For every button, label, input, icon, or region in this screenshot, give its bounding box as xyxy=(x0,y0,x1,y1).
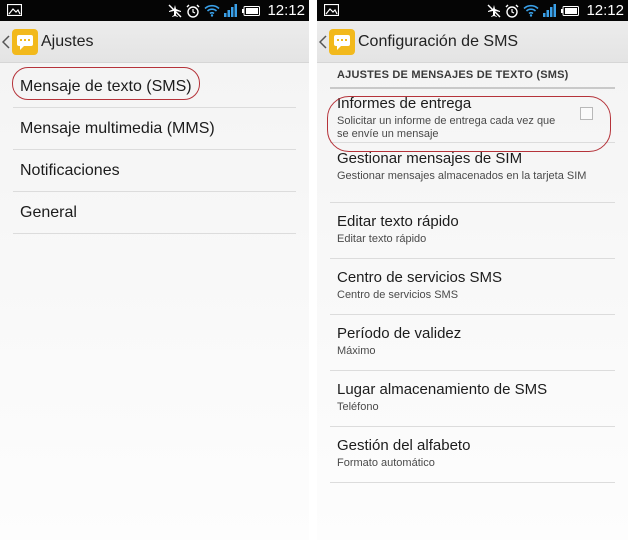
pref-validity-period[interactable]: Período de validez Máximo xyxy=(330,315,615,371)
wifi-icon xyxy=(523,4,540,17)
pref-summary: Editar texto rápido xyxy=(337,233,427,245)
sms-settings-screen: 12:12 Configuración de SMS AJUSTES DE ME… xyxy=(317,0,628,540)
pref-delivery-reports[interactable]: Informes de entrega Solicitar un informe… xyxy=(330,89,615,143)
gallery-icon xyxy=(324,4,339,16)
action-bar: Configuración de SMS xyxy=(317,21,628,63)
pref-sms-service-center[interactable]: Centro de servicios SMS Centro de servic… xyxy=(330,259,615,315)
wifi-icon xyxy=(204,4,221,17)
status-bar: 12:12 xyxy=(0,0,309,21)
back-chevron-icon[interactable] xyxy=(319,35,327,49)
settings-list: Mensaje de texto (SMS) Mensaje multimedi… xyxy=(0,66,309,234)
alarm-icon xyxy=(505,4,519,18)
airplane-mode-icon xyxy=(168,4,182,17)
settings-item-label: Mensaje de texto (SMS) xyxy=(20,77,192,95)
airplane-mode-icon xyxy=(487,4,501,17)
delivery-report-checkbox[interactable] xyxy=(580,107,593,120)
status-bar: 12:12 xyxy=(317,0,628,21)
messaging-app-icon[interactable] xyxy=(329,29,355,55)
pref-summary: Teléfono xyxy=(337,401,379,413)
pref-summary: Centro de servicios SMS xyxy=(337,289,459,301)
section-header: AJUSTES DE MENSAJES DE TEXTO (SMS) xyxy=(330,63,615,89)
pref-title: Gestión del alfabeto xyxy=(337,437,471,454)
settings-item-mms[interactable]: Mensaje multimedia (MMS) xyxy=(13,108,296,150)
settings-item-label: Notificaciones xyxy=(20,161,120,179)
settings-screen: 12:12 Ajustes Mensaje de texto (SMS) Men… xyxy=(0,0,309,540)
pref-sms-storage-location[interactable]: Lugar almacenamiento de SMS Teléfono xyxy=(330,371,615,427)
settings-item-general[interactable]: General xyxy=(13,192,296,234)
pref-summary: Formato automático xyxy=(337,457,435,469)
settings-item-label: General xyxy=(20,203,77,221)
battery-icon xyxy=(561,5,580,16)
pref-title: Gestionar mensajes de SIM xyxy=(337,150,523,167)
back-chevron-icon[interactable] xyxy=(2,35,10,49)
pref-summary: Máximo xyxy=(337,345,376,357)
signal-icon xyxy=(224,4,238,17)
battery-icon xyxy=(242,5,261,16)
pref-alphabet-management[interactable]: Gestión del alfabeto Formato automático xyxy=(330,427,615,483)
signal-icon xyxy=(543,4,557,17)
pref-title: Lugar almacenamiento de SMS xyxy=(337,381,548,398)
messaging-app-icon[interactable] xyxy=(12,29,38,55)
pref-title: Centro de servicios SMS xyxy=(337,269,503,286)
gallery-icon xyxy=(7,4,22,16)
pref-title: Informes de entrega xyxy=(337,95,472,112)
pref-title: Editar texto rápido xyxy=(337,213,459,230)
pref-summary: Solicitar un informe de entrega cada vez… xyxy=(337,115,556,140)
pref-summary: Gestionar mensajes almacenados en la tar… xyxy=(337,170,587,182)
settings-item-notifications[interactable]: Notificaciones xyxy=(13,150,296,192)
pref-manage-sim-messages[interactable]: Gestionar mensajes de SIM Gestionar mens… xyxy=(330,143,615,203)
settings-item-sms[interactable]: Mensaje de texto (SMS) xyxy=(13,66,296,108)
page-title: Configuración de SMS xyxy=(358,32,519,50)
settings-item-label: Mensaje multimedia (MMS) xyxy=(20,119,215,137)
action-bar: Ajustes xyxy=(0,21,309,63)
status-clock: 12:12 xyxy=(267,2,305,19)
pref-edit-quick-text[interactable]: Editar texto rápido Editar texto rápido xyxy=(330,203,615,259)
alarm-icon xyxy=(186,4,200,18)
pref-title: Período de validez xyxy=(337,325,462,342)
page-title: Ajustes xyxy=(41,32,94,50)
status-clock: 12:12 xyxy=(586,2,624,19)
